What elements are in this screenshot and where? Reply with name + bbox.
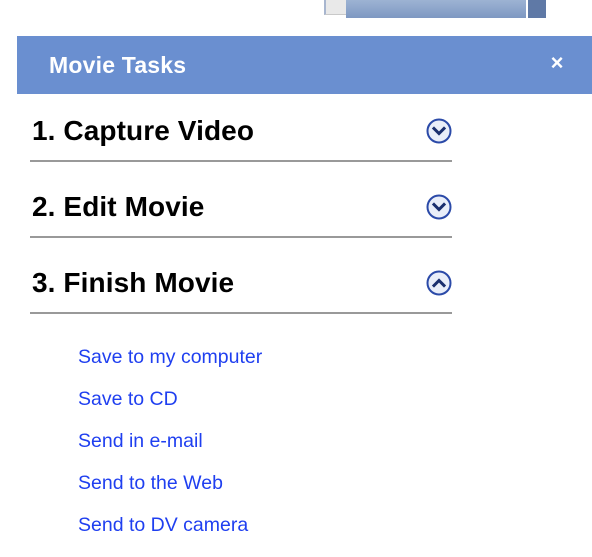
link-send-in-email[interactable]: Send in e-mail xyxy=(78,420,262,462)
section-title-capture-video: 1. Capture Video xyxy=(32,115,255,146)
close-icon[interactable]: × xyxy=(544,48,570,78)
background-frame-left xyxy=(324,0,346,15)
chevron-down-icon[interactable] xyxy=(426,194,452,220)
movie-maker-window: Movie Tasks × 1. Capture Video 2. Edit M… xyxy=(0,0,592,557)
task-pane-header: Movie Tasks × xyxy=(17,36,592,94)
background-window-edge xyxy=(0,0,592,36)
section-title-finish-movie: 3. Finish Movie xyxy=(32,267,235,298)
background-frame-mid xyxy=(346,0,526,18)
chevron-down-icon[interactable] xyxy=(426,118,452,144)
link-save-to-my-computer[interactable]: Save to my computer xyxy=(78,336,262,378)
background-frame-right xyxy=(528,0,546,18)
section-capture-video[interactable]: 1. Capture Video xyxy=(30,104,452,162)
link-save-to-cd[interactable]: Save to CD xyxy=(78,378,262,420)
task-pane-title: Movie Tasks xyxy=(49,52,187,78)
section-finish-movie[interactable]: 3. Finish Movie xyxy=(30,256,452,314)
chevron-up-icon[interactable] xyxy=(426,270,452,296)
link-send-to-dv-camera[interactable]: Send to DV camera xyxy=(78,504,262,546)
section-edit-movie[interactable]: 2. Edit Movie xyxy=(30,180,452,238)
link-send-to-the-web[interactable]: Send to the Web xyxy=(78,462,262,504)
finish-movie-task-list: Save to my computer Save to CD Send in e… xyxy=(78,336,262,546)
section-title-edit-movie: 2. Edit Movie xyxy=(32,191,205,222)
